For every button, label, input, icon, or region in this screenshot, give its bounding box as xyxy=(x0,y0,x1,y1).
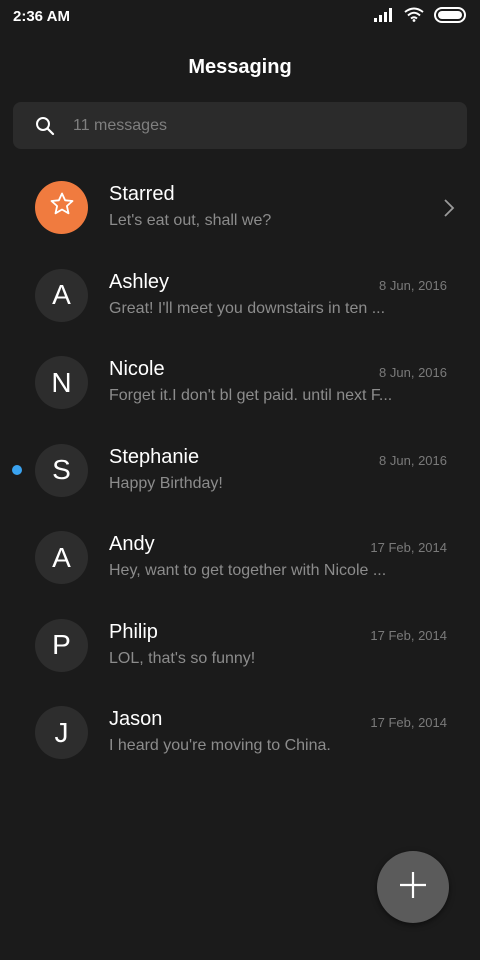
conversation-date: 17 Feb, 2014 xyxy=(370,627,447,643)
page-title: Messaging xyxy=(188,56,292,78)
conversation-item-ashley[interactable]: A Ashley 8 Jun, 2016 Great! I'll meet yo… xyxy=(0,251,480,339)
conversation-preview: I heard you're moving to China. xyxy=(109,737,331,754)
new-message-button[interactable] xyxy=(377,851,449,923)
avatar: A xyxy=(35,531,88,584)
conversation-list: Starred Let's eat out, shall we? A Ashle… xyxy=(0,163,480,776)
conversation-name: Nicole xyxy=(109,358,165,380)
conversation-name: Stephanie xyxy=(109,445,200,468)
conversation-item-stephanie[interactable]: S Stephanie 8 Jun, 2016 Happy Birthday! xyxy=(0,426,480,514)
search-box[interactable] xyxy=(13,102,467,149)
conversation-name: Jason xyxy=(109,708,163,730)
conversation-item-philip[interactable]: P Philip 17 Feb, 2014 LOL, that's so fun… xyxy=(0,601,480,689)
signal-icon xyxy=(374,7,394,27)
avatar: P xyxy=(35,618,88,672)
status-time: 2:36 AM xyxy=(13,8,70,25)
conversation-date: 8 Jun, 2016 xyxy=(379,452,447,468)
battery-icon xyxy=(434,6,466,28)
messaging-screen: 2:36 AM Messaging 11 messages Starred Le… xyxy=(0,0,480,960)
conversation-item-jason[interactable]: J Jason 17 Feb, 2014 I heard you're movi… xyxy=(0,688,480,776)
avatar: A xyxy=(35,268,88,322)
conversation-item-andy[interactable]: A Andy 17 Feb, 2014 Hey, want to get tog… xyxy=(0,513,480,601)
conversation-preview: Happy Birthday! xyxy=(109,474,223,492)
conversation-preview: LOL, that's so funny! xyxy=(109,649,256,667)
avatar: S xyxy=(35,443,88,497)
avatar: N xyxy=(35,356,88,409)
status-bar: 2:36 AM xyxy=(0,0,480,34)
conversation-name: Ashley xyxy=(109,270,170,293)
unread-indicator xyxy=(12,464,22,475)
chevron-right-icon xyxy=(442,198,456,218)
conversation-preview: Forget it.I don't bl get paid. until nex… xyxy=(109,387,393,404)
conversation-name: Starred xyxy=(109,183,175,205)
conversation-name: Philip xyxy=(109,620,158,643)
conversation-date: 17 Feb, 2014 xyxy=(370,540,447,555)
conversation-date: 8 Jun, 2016 xyxy=(379,277,447,293)
avatar: J xyxy=(35,706,88,759)
avatar xyxy=(35,181,88,234)
conversation-name: Andy xyxy=(109,533,155,555)
conversation-date: 8 Jun, 2016 xyxy=(379,365,447,380)
conversation-item-nicole[interactable]: N Nicole 8 Jun, 2016 Forget it.I don't b… xyxy=(0,338,480,426)
status-icons xyxy=(364,6,466,28)
conversation-preview: Hey, want to get together with Nicole ..… xyxy=(109,562,387,579)
search-icon xyxy=(35,116,55,136)
search-input[interactable] xyxy=(73,102,453,149)
wifi-icon xyxy=(404,7,424,27)
conversation-preview: Let's eat out, shall we? xyxy=(109,212,272,229)
plus-icon xyxy=(398,870,428,905)
conversation-item-starred[interactable]: Starred Let's eat out, shall we? xyxy=(0,163,480,251)
conversation-preview: Great! I'll meet you downstairs in ten .… xyxy=(109,299,386,317)
star-icon xyxy=(49,191,75,224)
conversation-date: 17 Feb, 2014 xyxy=(370,715,447,730)
